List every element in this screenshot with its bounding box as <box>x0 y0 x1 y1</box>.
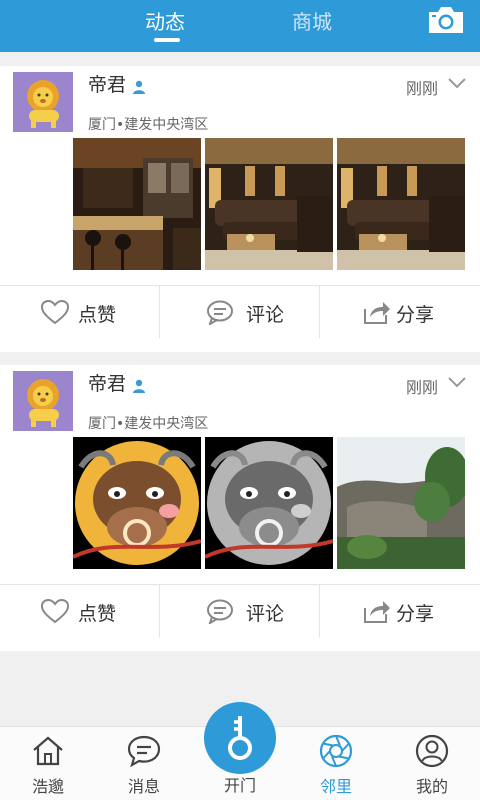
key-icon <box>228 716 252 760</box>
comment-button[interactable]: 评论 <box>160 585 319 637</box>
comment-icon <box>207 599 233 624</box>
like-button[interactable]: 点赞 <box>0 585 159 637</box>
post-location: 厦门•建发中央湾区 <box>88 117 209 133</box>
nav-label-messages: 消息 <box>127 777 160 796</box>
post-photo[interactable] <box>337 437 465 569</box>
nav-label-neighbors: 邻里 <box>319 777 352 796</box>
post-photo[interactable] <box>205 138 333 270</box>
share-icon <box>364 601 390 623</box>
post-photo[interactable] <box>73 138 201 270</box>
chevron-down-icon[interactable] <box>447 74 467 92</box>
comment-button[interactable]: 评论 <box>160 286 319 338</box>
post-username[interactable]: 帝君 <box>88 70 126 97</box>
tab-shangcheng[interactable]: 商城 <box>292 6 332 35</box>
aperture-icon <box>319 734 353 768</box>
top-bar: 动态 商城 <box>0 0 480 52</box>
post-location: 厦门•建发中央湾区 <box>88 416 209 432</box>
like-button[interactable]: 点赞 <box>0 286 159 338</box>
open-door-button[interactable] <box>204 702 276 774</box>
post-card: 帝君 刚刚 厦门•建发中央湾区 点赞 评论 分享 <box>0 365 480 651</box>
nav-item-profile[interactable]: 我的 <box>392 727 472 800</box>
avatar[interactable] <box>13 371 73 431</box>
share-label: 分享 <box>396 304 435 326</box>
camera-icon[interactable] <box>426 4 466 36</box>
heart-icon <box>40 299 70 325</box>
home-icon <box>33 736 63 766</box>
post-actions: 点赞 评论 分享 <box>0 584 480 637</box>
post-time: 刚刚 <box>406 378 439 397</box>
post-photo[interactable] <box>205 437 333 569</box>
post-card: 帝君 刚刚 厦门•建发中央湾区 点赞 评论 分享 <box>0 66 480 352</box>
share-button[interactable]: 分享 <box>320 286 480 338</box>
post-photo[interactable] <box>337 138 465 270</box>
tab-dongtai[interactable]: 动态 <box>145 6 185 35</box>
nav-item-neighbors[interactable]: 邻里 <box>296 727 376 800</box>
nav-label-profile: 我的 <box>415 777 448 796</box>
heart-icon <box>40 598 70 624</box>
like-label: 点赞 <box>78 304 117 326</box>
share-button[interactable]: 分享 <box>320 585 480 637</box>
user-badge-icon <box>133 379 145 393</box>
share-icon <box>364 302 390 324</box>
share-label: 分享 <box>396 603 435 625</box>
like-label: 点赞 <box>78 603 117 625</box>
avatar[interactable] <box>13 72 73 132</box>
nav-label-home: 浩邈 <box>31 777 64 796</box>
active-tab-indicator <box>154 38 180 42</box>
message-icon <box>127 735 161 768</box>
post-username[interactable]: 帝君 <box>88 369 126 396</box>
post-actions: 点赞 评论 分享 <box>0 285 480 338</box>
nav-label-open-door: 开门 <box>223 776 256 795</box>
nav-item-home[interactable]: 浩邈 <box>8 727 88 800</box>
comment-icon <box>207 300 233 325</box>
user-badge-icon <box>133 80 145 94</box>
comment-label: 评论 <box>246 304 285 326</box>
nav-item-messages[interactable]: 消息 <box>104 727 184 800</box>
post-time: 刚刚 <box>406 79 439 98</box>
user-icon <box>415 734 449 768</box>
comment-label: 评论 <box>246 603 285 625</box>
post-photo[interactable] <box>73 437 201 569</box>
chevron-down-icon[interactable] <box>447 373 467 391</box>
